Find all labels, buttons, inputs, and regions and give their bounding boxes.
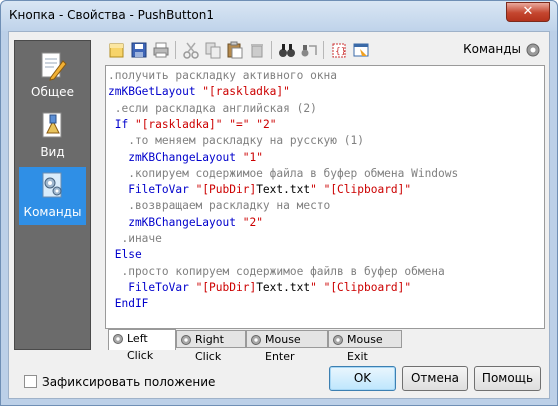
sidebar-item-label: Вид xyxy=(40,145,65,159)
code-token: " xyxy=(310,183,317,197)
code-token: If xyxy=(108,117,135,131)
new-icon[interactable] xyxy=(108,41,126,59)
code-line: .если раскладка английская (2) xyxy=(108,101,317,117)
toolbar-separator xyxy=(323,41,324,59)
tab-label: Right Click xyxy=(195,333,224,363)
editor-toolbar: {} Команды xyxy=(105,37,545,63)
code-line: EndIF xyxy=(108,296,149,312)
toolbar-separator xyxy=(271,41,272,59)
sidebar-item-view[interactable]: Вид xyxy=(19,107,86,165)
code-token: .то меняем раскладку на русскую (1) xyxy=(108,134,364,148)
assistant-icon[interactable] xyxy=(352,41,370,59)
code-line: .возвращаем раскладку на место xyxy=(108,198,330,214)
copy-icon[interactable] xyxy=(204,41,222,59)
tab-right-click[interactable]: Right Click xyxy=(176,330,246,363)
gear-icon xyxy=(333,335,343,345)
lock-position-label[interactable]: Зафиксировать положение xyxy=(42,375,215,389)
lock-position-checkbox[interactable] xyxy=(24,375,37,388)
print-icon[interactable] xyxy=(152,41,170,59)
code-line: .то меняем раскладку на русскую (1) xyxy=(108,133,364,149)
svg-text:{}: {} xyxy=(335,47,346,57)
code-token: .иначе xyxy=(108,232,162,245)
code-token: .возвращаем раскладку на место xyxy=(108,199,331,213)
code-token: "=" xyxy=(229,117,250,131)
gear-icon xyxy=(181,335,191,345)
find-icon[interactable] xyxy=(278,41,296,59)
commands-label: Команды xyxy=(463,42,521,56)
code-line: zmKBGetLayout "[raskladka]" xyxy=(108,84,290,100)
code-token: "2" xyxy=(242,215,263,229)
gear-icon xyxy=(251,335,261,345)
code-token: "[raskladka]" xyxy=(202,85,290,99)
gear-icon xyxy=(113,334,123,344)
code-token: FileToVar xyxy=(108,280,196,294)
title-bar[interactable]: Кнопка - Свойства - PushButton1 ✕ xyxy=(1,1,557,31)
paste-icon[interactable] xyxy=(226,41,244,59)
code-token: "[Clipboard]" xyxy=(323,280,412,294)
gears-icon xyxy=(42,172,62,198)
code-token: " xyxy=(310,280,317,294)
sidebar-item-commands[interactable]: Команды xyxy=(19,167,86,225)
code-token: "2" xyxy=(256,117,277,131)
code-token: "[raskladka]" xyxy=(134,117,223,131)
code-line: .иначе xyxy=(108,231,162,247)
code-line: .копируем содержимое файла в буфер обмен… xyxy=(108,166,458,182)
gear-icon[interactable] xyxy=(524,41,542,59)
code-token: EndIF xyxy=(108,297,149,311)
save-icon[interactable] xyxy=(130,41,148,59)
close-button[interactable]: ✕ xyxy=(506,2,550,22)
sidebar-item-general[interactable]: Общее xyxy=(19,47,86,105)
code-line: zmKBChangeLayout "1" xyxy=(108,150,263,166)
tab-left-click[interactable]: Left Click xyxy=(108,329,176,362)
script-editor[interactable]: .получить раскладку активного окна zmKBGe… xyxy=(105,65,545,329)
tab-mouse-enter[interactable]: Mouse Enter xyxy=(246,330,328,363)
code-token: .копируем содержимое файла в буфер обмен… xyxy=(108,166,459,180)
code-token: Text.txt xyxy=(256,183,311,197)
code-line: Else xyxy=(108,247,142,263)
code-token: Else xyxy=(108,248,142,262)
ok-button[interactable]: OK xyxy=(329,366,396,391)
sidebar-item-label: Команды xyxy=(23,205,82,219)
code-token: .просто копируем содержимое файлв в буфе… xyxy=(108,264,445,278)
code-line: .просто копируем содержимое файлв в буфе… xyxy=(108,264,445,280)
code-line: zmKBChangeLayout "2" xyxy=(108,215,263,231)
sidebar-item-label: Общее xyxy=(31,85,74,99)
code-line: .получить раскладку активного окна xyxy=(108,68,337,84)
code-token: zmKBGetLayout xyxy=(108,85,203,99)
code-token: "[PubDir] xyxy=(195,183,257,197)
code-token: .если раскладка английская (2) xyxy=(108,101,317,115)
code-line: FileToVar "[PubDir]Text.txt" "[Clipboard… xyxy=(108,280,411,296)
code-token: "[PubDir] xyxy=(195,280,257,294)
code-token: zmKBChangeLayout xyxy=(108,150,243,164)
code-line: FileToVar "[PubDir]Text.txt" "[Clipboard… xyxy=(108,182,411,198)
code-line: If "[raskladka]" "=" "2" xyxy=(108,117,277,133)
delete-icon[interactable] xyxy=(248,41,266,59)
cancel-button[interactable]: Отмена xyxy=(402,366,468,391)
code-token: zmKBChangeLayout xyxy=(108,215,243,229)
code-token: "[Clipboard]" xyxy=(323,183,412,197)
pencil-paper-icon xyxy=(41,52,67,81)
window-title: Кнопка - Свойства - PushButton1 xyxy=(9,8,214,22)
code-token: "1" xyxy=(242,150,263,164)
tab-label: Left Click xyxy=(127,332,154,362)
toolbar-separator xyxy=(175,41,176,59)
cut-icon[interactable] xyxy=(182,41,200,59)
code-token: FileToVar xyxy=(108,183,196,197)
replace-icon[interactable] xyxy=(300,41,318,59)
code-token: .получить раскладку активного окна xyxy=(108,69,338,82)
tab-mouse-exit[interactable]: Mouse Exit xyxy=(328,330,402,363)
paint-icon xyxy=(42,112,62,138)
code-token: Text.txt xyxy=(256,280,311,294)
category-sidebar: Общее Вид Команды xyxy=(14,40,91,350)
help-button[interactable]: Помощь xyxy=(474,366,541,391)
insert-command-icon[interactable]: {} xyxy=(330,41,348,59)
